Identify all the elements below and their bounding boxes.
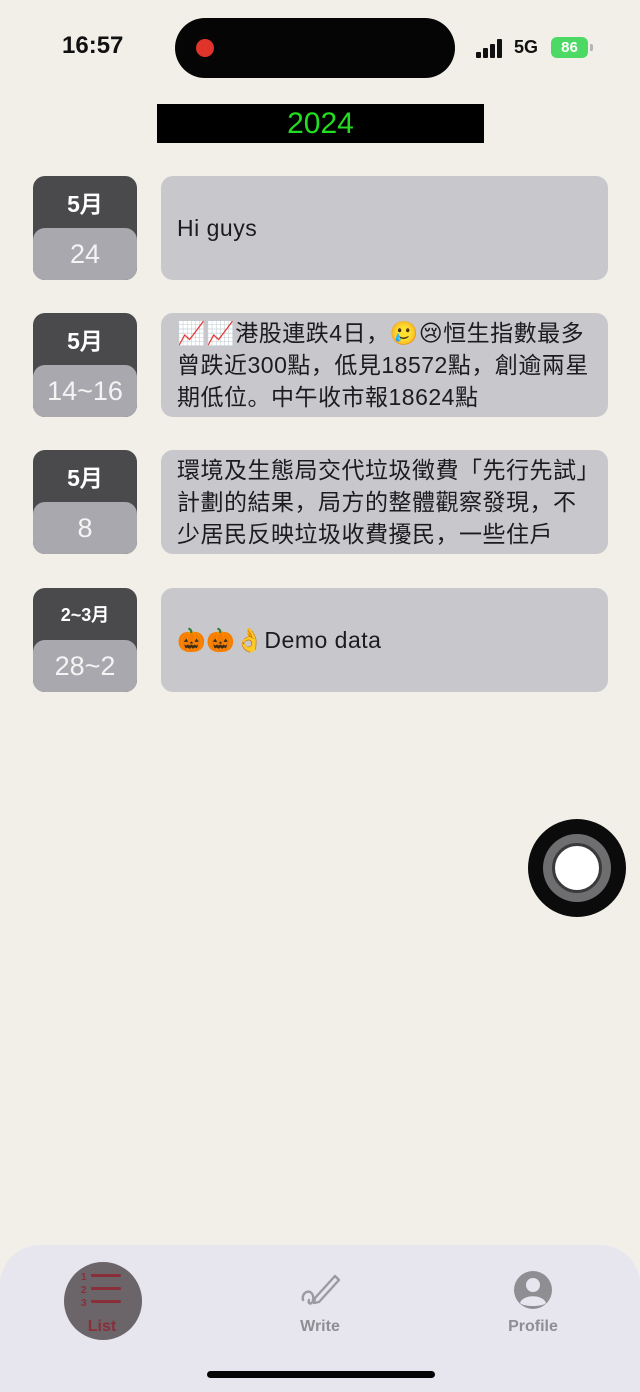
- date-badge: 5月 24: [33, 176, 137, 280]
- network-type: 5G: [514, 37, 539, 57]
- entry-month: 5月: [67, 191, 103, 217]
- entry-card[interactable]: Hi guys: [161, 176, 608, 280]
- dynamic-island: [175, 18, 455, 78]
- tab-list[interactable]: 1 2 3 List: [42, 1263, 162, 1353]
- entry-month: 5月: [67, 328, 103, 354]
- tab-write[interactable]: Write: [260, 1263, 380, 1353]
- entry-card[interactable]: 📈📈港股連跌4日，🥲😢恒生指數最多曾跌近300點，低見18572點，創逾兩星期低…: [161, 313, 608, 417]
- pen-icon: [301, 1274, 341, 1305]
- svg-text:2: 2: [81, 1285, 87, 1296]
- date-badge: 5月 14~16: [33, 313, 137, 417]
- status-time: 16:57: [62, 32, 124, 59]
- entry-day: 8: [33, 502, 137, 554]
- recording-indicator-icon: [196, 39, 214, 57]
- entry-month: 5月: [67, 465, 103, 491]
- entry-day: 28~2: [33, 640, 137, 692]
- diary-entry[interactable]: 2~3月 28~2 🎃🎃👌Demo data: [33, 588, 608, 692]
- entry-preview-text: 📈📈港股連跌4日，🥲😢恒生指數最多曾跌近300點，低見18572點，創逾兩星期低…: [177, 320, 589, 410]
- entry-day: 24: [33, 228, 137, 280]
- entry-preview-text: 🎃🎃👌Demo data: [177, 627, 382, 653]
- assistive-touch-button[interactable]: [528, 819, 626, 917]
- home-indicator[interactable]: [207, 1371, 435, 1378]
- diary-entry[interactable]: 5月 14~16 📈📈港股連跌4日，🥲😢恒生指數最多曾跌近300點，低見1857…: [33, 313, 608, 417]
- tab-label-list: List: [87, 1318, 117, 1335]
- entry-card[interactable]: 環境及生態局交代垃圾徵費「先行先試」計劃的結果，局方的整體觀察發現，不少居民反映…: [161, 450, 608, 554]
- battery-level: 86: [561, 39, 578, 56]
- entry-preview-text: Hi guys: [177, 215, 258, 241]
- tab-profile[interactable]: Profile: [473, 1263, 593, 1353]
- tab-label-profile: Profile: [508, 1318, 558, 1335]
- tab-label-write: Write: [300, 1318, 340, 1335]
- list-icon: 1 2 3: [81, 1272, 121, 1309]
- date-badge: 5月 8: [33, 450, 137, 554]
- diary-entry[interactable]: 5月 24 Hi guys: [33, 176, 608, 280]
- battery-tip: [590, 44, 593, 51]
- entry-card[interactable]: 🎃🎃👌Demo data: [161, 588, 608, 692]
- svg-text:1: 1: [81, 1272, 87, 1283]
- entry-day: 14~16: [33, 365, 137, 417]
- entry-preview-text: 環境及生態局交代垃圾徵費「先行先試」計劃的結果，局方的整體觀察發現，不少居民反映…: [177, 457, 589, 547]
- signal-strength-icon: [476, 38, 506, 58]
- person-icon: [514, 1271, 552, 1309]
- year-header: 2024: [157, 104, 484, 143]
- assistive-touch-ring: [543, 834, 611, 902]
- entry-month: 2~3月: [60, 605, 110, 625]
- diary-entry[interactable]: 5月 8 環境及生態局交代垃圾徵費「先行先試」計劃的結果，局方的整體觀察發現，不…: [33, 450, 608, 554]
- battery-icon: 86: [551, 37, 588, 58]
- svg-text:3: 3: [81, 1298, 87, 1309]
- assistive-touch-icon: [552, 843, 602, 893]
- date-badge: 2~3月 28~2: [33, 588, 137, 692]
